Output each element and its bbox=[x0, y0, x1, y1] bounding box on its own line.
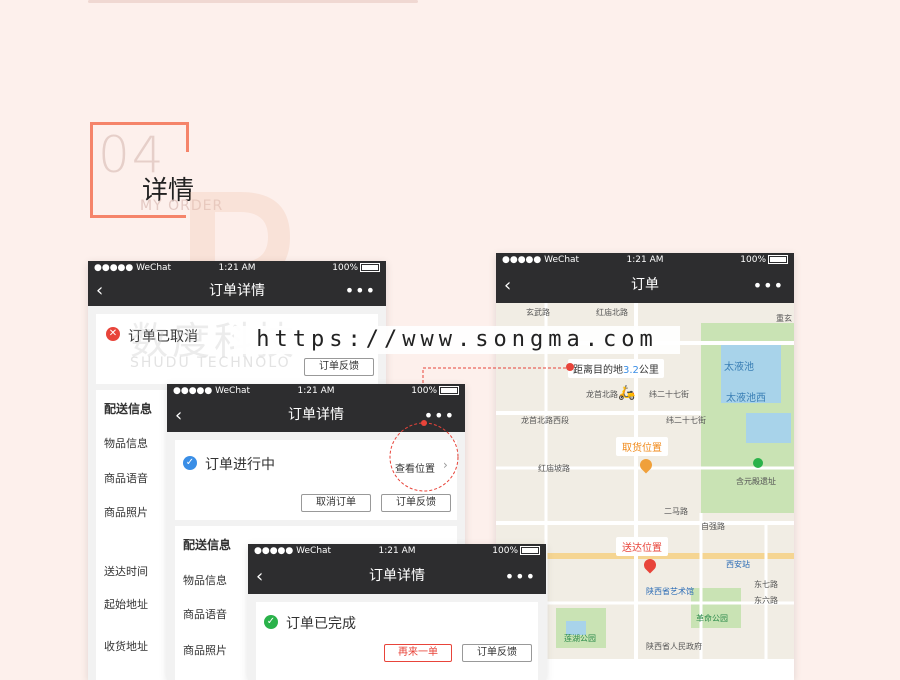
battery-indicator: 100% bbox=[492, 544, 540, 559]
distance-value: 3.2 bbox=[623, 365, 639, 376]
distance-prefix: 距离目的地 bbox=[573, 365, 623, 376]
map-label: 玄武路 bbox=[526, 308, 550, 317]
row-label: 商品照片 bbox=[183, 644, 227, 657]
map-label: 自强路 bbox=[701, 522, 725, 531]
battery-icon bbox=[768, 255, 788, 264]
map-label: 莲湖公园 bbox=[564, 634, 596, 643]
page-title: 订单详情 bbox=[288, 407, 344, 423]
status-bar: ●●●●● WeChat 1:21 AM 100% bbox=[88, 261, 386, 276]
reorder-button[interactable]: 再来一单 bbox=[384, 644, 452, 662]
battery-indicator: 100% bbox=[411, 384, 459, 399]
page-title: 订单 bbox=[631, 277, 659, 293]
status-text: 订单进行中 bbox=[205, 457, 275, 473]
map-label: 陕西省人民政府 bbox=[646, 642, 702, 651]
distance-unit: 公里 bbox=[638, 365, 659, 376]
map-label: 重玄 bbox=[776, 314, 792, 323]
status-text: 订单已完成 bbox=[286, 616, 356, 632]
row-label: 配送信息 bbox=[104, 402, 153, 416]
delivery-label: 送达位置 bbox=[616, 537, 668, 556]
cancel-order-button[interactable]: 取消订单 bbox=[301, 494, 371, 512]
watermark-url: https://www.songma.com bbox=[234, 326, 680, 354]
row-label: 配送信息 bbox=[183, 538, 232, 552]
watermark-brand-en: SHUDU TECHNOLO bbox=[130, 355, 291, 371]
map-label: 二马路 bbox=[664, 507, 688, 516]
map-label: 纬二十七街 bbox=[666, 416, 706, 425]
battery-indicator: 100% bbox=[740, 253, 788, 268]
status-card: ✓ 订单已完成 再来一单 订单反馈 bbox=[256, 602, 538, 680]
map-label: 含元殿遗址 bbox=[736, 477, 776, 486]
row-label: 商品语音 bbox=[104, 472, 148, 485]
highlight-circle bbox=[389, 420, 459, 492]
map-label: 红庙北路 bbox=[596, 308, 628, 317]
map-label: 东六路 bbox=[754, 596, 778, 605]
row-label: 收货地址 bbox=[104, 640, 148, 653]
nav-bar: ‹ 订单详情 ••• bbox=[248, 559, 546, 594]
check-icon: ✓ bbox=[183, 456, 197, 470]
nav-bar: ‹ 订单 ••• bbox=[496, 268, 794, 303]
row-label: 起始地址 bbox=[104, 598, 148, 611]
page-title: 订单详情 bbox=[369, 568, 425, 584]
battery-indicator: 100% bbox=[332, 261, 380, 276]
top-divider bbox=[88, 0, 418, 3]
more-icon[interactable]: ••• bbox=[753, 268, 784, 303]
status-bar: ●●●●● WeChat 1:21 AM 100% bbox=[248, 544, 546, 559]
status-bar: ●●●●● WeChat 1:21 AM 100% bbox=[496, 253, 794, 268]
more-icon[interactable]: ••• bbox=[505, 559, 536, 594]
more-icon[interactable]: ••• bbox=[345, 276, 376, 306]
status-bar: ●●●●● WeChat 1:21 AM 100% bbox=[167, 384, 465, 399]
map-label: 东七路 bbox=[754, 580, 778, 589]
back-icon[interactable]: ‹ bbox=[504, 268, 511, 303]
battery-icon bbox=[439, 386, 459, 395]
courier-icon: 🛵 bbox=[618, 385, 636, 401]
cancel-icon: ✕ bbox=[106, 327, 120, 341]
battery-icon bbox=[520, 546, 540, 555]
content-bg: ✓ 订单已完成 再来一单 订单反馈 bbox=[248, 594, 546, 680]
row-label: 商品语音 bbox=[183, 608, 227, 621]
page-title: 订单详情 bbox=[209, 283, 265, 299]
back-icon[interactable]: ‹ bbox=[256, 559, 263, 594]
back-icon[interactable]: ‹ bbox=[96, 276, 103, 306]
map-label: 陕西省艺术馆 bbox=[646, 587, 694, 596]
map-label: 太液池西 bbox=[726, 393, 766, 404]
check-icon: ✓ bbox=[264, 615, 278, 629]
row-label: 物品信息 bbox=[104, 437, 148, 450]
feedback-button[interactable]: 订单反馈 bbox=[381, 494, 451, 512]
back-icon[interactable]: ‹ bbox=[175, 399, 182, 432]
pickup-label: 取货位置 bbox=[616, 437, 668, 456]
nav-bar: ‹ 订单详情 ••• bbox=[88, 276, 386, 306]
battery-icon bbox=[360, 263, 380, 272]
row-label: 商品照片 bbox=[104, 506, 148, 519]
feedback-button[interactable]: 订单反馈 bbox=[304, 358, 374, 376]
row-label: 送达时间 bbox=[104, 565, 148, 578]
map-label: 西安站 bbox=[726, 560, 750, 569]
map-label: 太液池 bbox=[724, 362, 754, 373]
map-label: 龙首北路 bbox=[586, 390, 618, 399]
row-label: 物品信息 bbox=[183, 574, 227, 587]
phone-completed: ●●●●● WeChat 1:21 AM 100% ‹ 订单详情 ••• ✓ 订… bbox=[248, 544, 546, 680]
map-label: 纬二十七街 bbox=[649, 390, 689, 399]
map-label: 革命公园 bbox=[696, 614, 728, 623]
feedback-button[interactable]: 订单反馈 bbox=[462, 644, 532, 662]
distance-bubble: 距离目的地3.2公里 bbox=[568, 359, 664, 378]
map-label: 红庙坡路 bbox=[538, 464, 570, 473]
